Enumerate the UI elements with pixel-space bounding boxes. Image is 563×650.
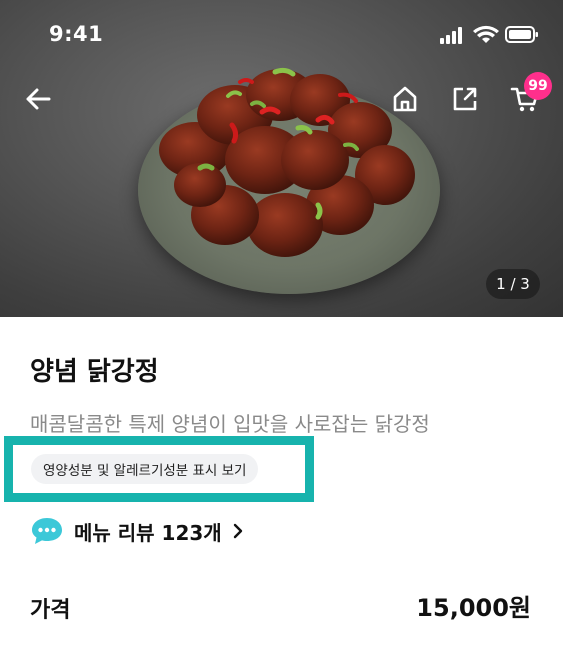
share-button[interactable]	[445, 79, 485, 119]
home-icon	[393, 86, 417, 112]
product-description: 매콤달콤한 특제 양념이 입맛을 사로잡는 닭강정	[30, 412, 430, 436]
price-value: 15,000원	[416, 594, 531, 622]
menu-review-label: 메뉴 리뷰 123개	[74, 520, 222, 545]
status-bar: 9:41	[0, 0, 563, 64]
share-icon	[453, 87, 477, 111]
speech-bubble-icon	[32, 518, 62, 544]
nutrition-allergy-button[interactable]: 영양성분 및 알레르기성분 표시 보기	[31, 454, 259, 484]
menu-review-link[interactable]: 메뉴 리뷰 123개	[30, 512, 244, 550]
back-button[interactable]	[18, 79, 58, 119]
status-icons	[440, 24, 540, 50]
product-title: 양념 닭강정	[30, 357, 159, 387]
battery-icon	[505, 26, 538, 43]
signal-icon	[440, 27, 462, 44]
wifi-icon	[473, 25, 499, 43]
back-arrow-icon	[26, 88, 51, 110]
chevron-right-icon	[232, 522, 244, 540]
cart-count-badge: 99	[524, 72, 552, 100]
price-label: 가격	[30, 598, 71, 623]
image-page-indicator: 1 / 3	[486, 269, 540, 299]
home-button[interactable]	[385, 79, 425, 119]
status-time: 9:41	[49, 22, 104, 46]
